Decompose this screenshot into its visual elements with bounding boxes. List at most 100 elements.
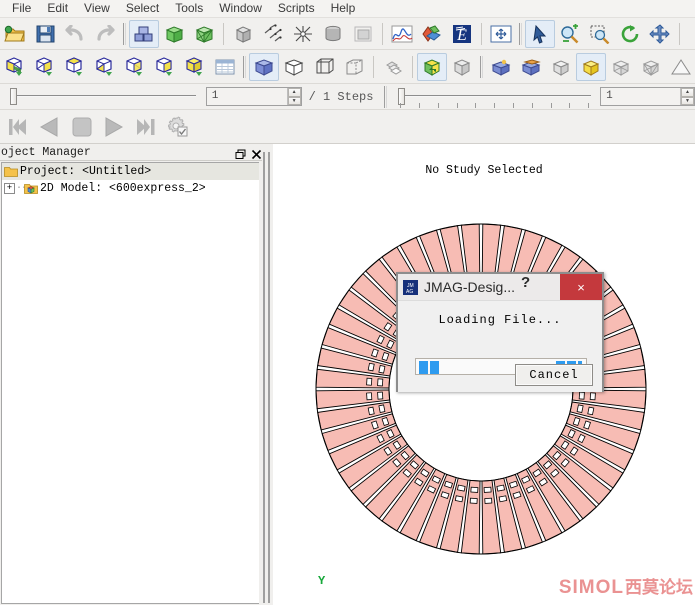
project-tree[interactable]: Project: <Untitled> + ·· 2D Model: <600e… xyxy=(1,162,259,604)
stator-coil xyxy=(366,392,373,401)
skip-last-button[interactable] xyxy=(130,112,162,142)
model-canvas[interactable]: No Study Selected Y SIMOL 西莫论坛 JM AG JMA… xyxy=(273,144,695,605)
geometry-parts-icon[interactable] xyxy=(129,19,159,48)
view-iso2-icon[interactable] xyxy=(30,53,60,81)
panel-splitter[interactable] xyxy=(262,144,273,605)
zoom-in-icon[interactable] xyxy=(555,20,585,48)
fit-window-icon[interactable] xyxy=(486,20,516,48)
loading-dialog[interactable]: JM AG JMAG-Desig... ? × Loading File... … xyxy=(396,272,604,392)
dialog-title: JMAG-Desig... xyxy=(424,279,516,295)
mesh-star-icon[interactable] xyxy=(288,20,318,48)
skip-last-icon xyxy=(137,118,155,135)
layers-icon[interactable] xyxy=(378,53,408,81)
gray-xmesh-icon[interactable] xyxy=(606,53,636,81)
save-disk-icon[interactable] xyxy=(30,20,60,48)
gray-square-icon[interactable] xyxy=(348,20,378,48)
menu-file[interactable]: File xyxy=(4,0,39,17)
view-iso5-icon[interactable] xyxy=(120,53,150,81)
tree-item-2d-model-label: 2D Model: <600express_2> xyxy=(40,182,206,195)
progress-block xyxy=(430,361,439,374)
gray-cube-icon[interactable] xyxy=(546,53,576,81)
yellow-cube-icon[interactable] xyxy=(576,52,606,81)
stop-icon xyxy=(72,117,92,136)
shaded-solid-icon[interactable] xyxy=(249,52,279,81)
view-iso6-icon[interactable] xyxy=(150,53,180,81)
slider-separator xyxy=(381,85,390,109)
loading-message: Loading File... xyxy=(438,313,562,327)
step-spinner-arrows[interactable]: ▲ ▼ xyxy=(286,88,301,105)
tree-expander-icon[interactable]: + xyxy=(4,183,15,194)
gray-xmesh2-icon[interactable] xyxy=(636,53,666,81)
results-icon[interactable] xyxy=(417,20,447,48)
view-iso7-icon[interactable] xyxy=(180,53,210,81)
help-button[interactable]: ? xyxy=(521,275,530,290)
view-iso1-icon[interactable] xyxy=(0,53,30,81)
database-cylinder-icon[interactable] xyxy=(318,20,348,48)
select-arrow-icon[interactable] xyxy=(525,19,555,48)
menu-view[interactable]: View xyxy=(76,0,118,17)
rotate-icon[interactable] xyxy=(615,20,645,48)
green-mesh-box-icon[interactable] xyxy=(189,20,219,48)
hidden-line-icon[interactable] xyxy=(339,53,369,81)
redo-icon[interactable] xyxy=(90,20,120,48)
view-iso4-icon[interactable] xyxy=(90,53,120,81)
view-table-icon[interactable] xyxy=(210,53,240,81)
time-spinner-up[interactable]: ▲ xyxy=(681,88,695,97)
undo-icon[interactable] xyxy=(60,20,90,48)
tree-item-project[interactable]: Project: <Untitled> xyxy=(2,163,259,180)
step-slider-thumb[interactable] xyxy=(10,87,17,105)
toolbar-separator xyxy=(120,22,129,46)
menu-edit[interactable]: Edit xyxy=(39,0,76,17)
stop-button[interactable] xyxy=(66,112,98,142)
animation-toolbar xyxy=(0,110,695,144)
open-folder-icon[interactable] xyxy=(0,20,30,48)
toolbar-separator xyxy=(378,22,387,46)
stator-coil xyxy=(367,406,375,416)
green-swap-icon[interactable] xyxy=(417,52,447,81)
wireframe-box-icon[interactable] xyxy=(279,53,309,81)
stator-coil xyxy=(378,404,386,413)
toolbar-separator xyxy=(369,55,378,79)
tree-item-2d-model[interactable]: + ·· 2D Model: <600express_2> xyxy=(2,180,259,197)
blue-light-icon[interactable] xyxy=(486,53,516,81)
time-spinner-down[interactable]: ▼ xyxy=(681,96,695,105)
step-back-button[interactable] xyxy=(34,112,66,142)
menu-help[interactable]: Help xyxy=(323,0,364,17)
time-spinner-arrows[interactable]: ▲ ▼ xyxy=(680,88,695,105)
menu-scripts[interactable]: Scripts xyxy=(270,0,323,17)
dialog-close-button[interactable]: × xyxy=(560,274,602,300)
scatter-arrows-icon[interactable] xyxy=(258,20,288,48)
gray-shade-icon[interactable] xyxy=(447,53,477,81)
pan-icon[interactable] xyxy=(645,20,675,48)
time-spinner[interactable]: 1 ▲ ▼ xyxy=(600,87,695,106)
skip-first-button[interactable] xyxy=(2,112,34,142)
dialog-body: Loading File... Cancel xyxy=(398,300,602,392)
triangle-icon[interactable] xyxy=(666,53,695,81)
express-e-icon[interactable]: E xyxy=(447,20,477,48)
wireframe-edges-icon[interactable] xyxy=(309,53,339,81)
close-icon[interactable] xyxy=(251,147,262,159)
zoom-region-icon[interactable] xyxy=(585,20,615,48)
menu-window[interactable]: Window xyxy=(211,0,270,17)
menu-tools[interactable]: Tools xyxy=(167,0,211,17)
play-button[interactable] xyxy=(98,112,130,142)
step-value[interactable]: 1 xyxy=(207,88,287,105)
step-spinner-down[interactable]: ▼ xyxy=(287,96,301,105)
step-spinner-up[interactable]: ▲ xyxy=(287,88,301,97)
view-iso3-icon[interactable] xyxy=(60,53,90,81)
gray-box-icon[interactable] xyxy=(228,20,258,48)
restore-window-icon[interactable] xyxy=(235,147,246,159)
step-slider[interactable] xyxy=(4,86,200,108)
time-value[interactable]: 1 xyxy=(601,88,680,105)
step-spinner[interactable]: 1 ▲ ▼ xyxy=(205,87,302,106)
green-box-icon[interactable] xyxy=(159,20,189,48)
blue-plane-icon[interactable] xyxy=(516,53,546,81)
animation-settings-button[interactable] xyxy=(162,112,194,142)
stator-coil xyxy=(378,365,386,374)
graph-curve-icon[interactable] xyxy=(387,20,417,48)
time-slider[interactable] xyxy=(392,86,595,108)
dialog-titlebar[interactable]: JM AG JMAG-Desig... ? × xyxy=(398,274,602,300)
menu-select[interactable]: Select xyxy=(118,0,167,17)
axis-indicator: Y xyxy=(318,574,326,588)
cancel-button[interactable]: Cancel xyxy=(515,364,593,386)
